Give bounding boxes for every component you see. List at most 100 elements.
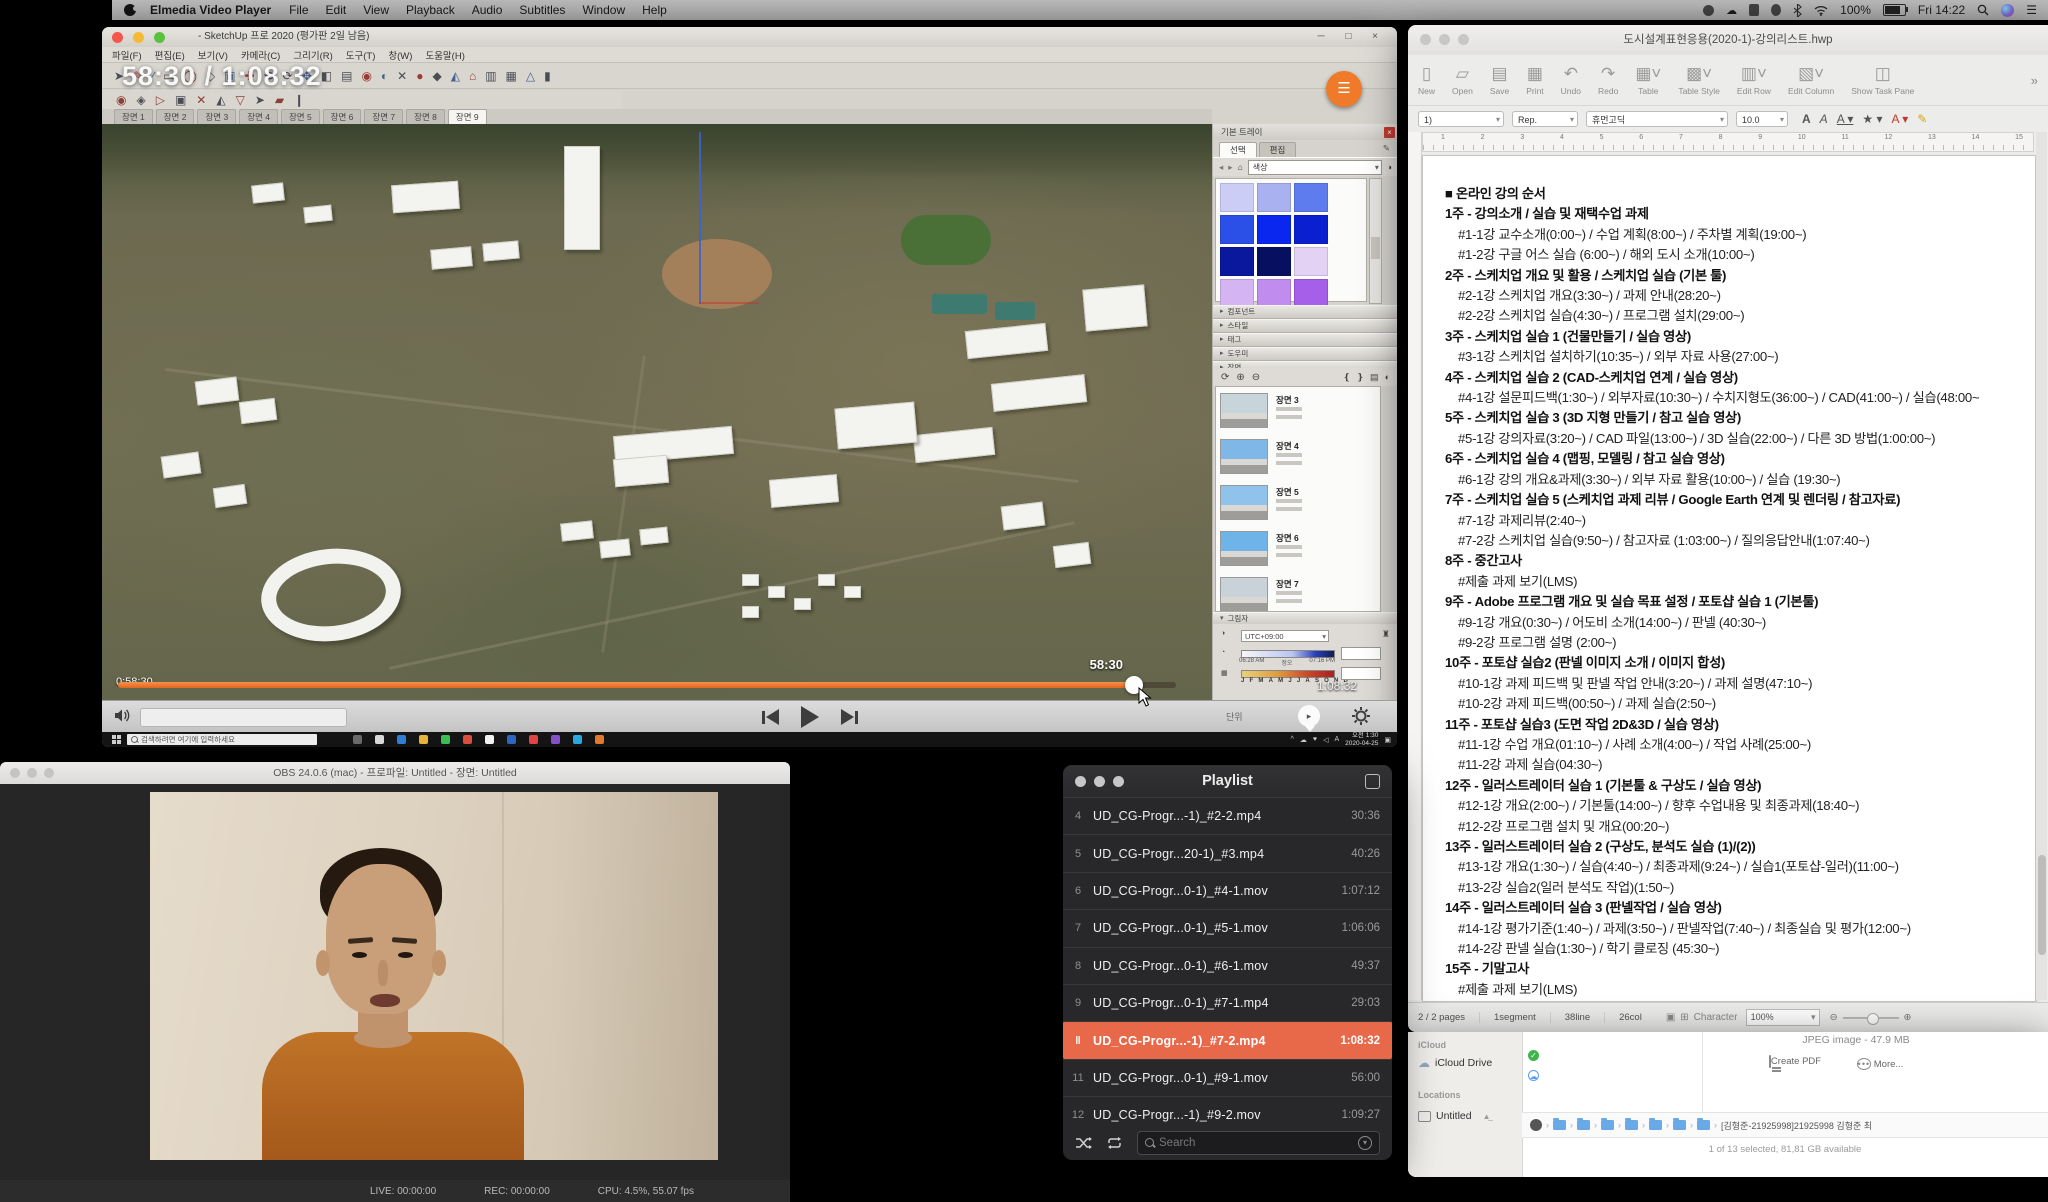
search-options-icon[interactable]: ▾ (1358, 1136, 1372, 1150)
close-traffic-light[interactable] (112, 32, 123, 43)
minimize-traffic-light[interactable] (1094, 776, 1105, 787)
sketchup-tool-icon[interactable]: ⌂ (469, 70, 476, 82)
color-swatch[interactable] (1220, 247, 1254, 276)
color-swatch[interactable] (1220, 279, 1254, 308)
next-button[interactable] (841, 709, 858, 725)
font-size-select[interactable]: 10.0 (1736, 111, 1788, 127)
color-wheel-icon[interactable]: ◑ (1387, 162, 1392, 172)
cloud-status-icon[interactable]: ☁ (1726, 4, 1737, 17)
zoom-in-icon[interactable]: ⊕ (1904, 1012, 1912, 1023)
sketchup-tool-icon[interactable]: ▥ (485, 70, 496, 82)
path-folder-icon[interactable] (1577, 1120, 1590, 1130)
sketchup-window-controls[interactable]: ─ □ × (1317, 27, 1387, 47)
taskbar-app-icon[interactable] (573, 735, 582, 744)
taskbar-app-icon[interactable] (507, 735, 516, 744)
scene-options-icon[interactable]: ❴ (1343, 372, 1351, 383)
sketchup-tool-icon[interactable]: ◉ (361, 70, 371, 82)
pip-icon[interactable]: ▸ (1298, 705, 1320, 727)
tray-section-header[interactable]: ▸도우미 (1213, 347, 1397, 361)
add-scene-icon[interactable]: ⊕ (1236, 372, 1244, 383)
sketchup-tool-icon[interactable]: ▰ (275, 94, 284, 106)
sketchup-tool-icon[interactable]: ✕ (196, 94, 206, 106)
scene-tab[interactable]: 장면 4 (239, 109, 278, 124)
sketchup-menu-item[interactable]: 카메라(C) (241, 48, 280, 62)
taskbar-app-icon[interactable] (595, 735, 604, 744)
tray-section-header[interactable]: ▸컴포넌트 (1213, 305, 1397, 319)
sketchup-tool-icon[interactable]: ◐ (381, 70, 388, 82)
webcam-preview[interactable] (150, 792, 718, 1160)
hwp-toolbar-button[interactable]: ↷ Redo (1598, 64, 1618, 96)
font-select[interactable]: 휴먼고딕 (1586, 111, 1728, 127)
color-swatch[interactable] (1220, 215, 1254, 244)
sketchup-tool-icon[interactable]: ◭ (451, 70, 460, 82)
shuffle-icon[interactable] (1075, 1136, 1092, 1150)
scene-details-icon[interactable]: ◐ (1385, 372, 1390, 383)
tray-cloud-icon[interactable]: ☁ (1300, 736, 1307, 744)
color-swatch[interactable] (1294, 247, 1328, 276)
document-scrollbar[interactable] (2036, 132, 2047, 1000)
taskbar-app-icon[interactable] (397, 735, 406, 744)
font-color-icon[interactable]: A ▾ (1892, 112, 1909, 126)
playlist-row[interactable]: 7 UD_CG-Progr...0-1)_#5-1.mov 1:06:06 (1063, 909, 1392, 946)
sketchup-menu-item[interactable]: 편집(E) (155, 48, 185, 62)
scene-tab[interactable]: 장면 1 (114, 109, 153, 124)
material-tab[interactable]: 선택 (1219, 142, 1257, 157)
sketchup-tool-icon[interactable]: ● (416, 70, 423, 82)
tray-lang-icon[interactable]: A (1334, 736, 1339, 743)
volume-popup[interactable] (140, 708, 347, 727)
zoom-traffic-light[interactable] (154, 32, 165, 43)
volume-icon[interactable] (114, 708, 131, 723)
shadow-info-icon[interactable]: ♜ (1382, 629, 1390, 640)
color-swatch[interactable] (1257, 183, 1291, 212)
color-swatch[interactable] (1257, 247, 1291, 276)
italic-icon[interactable]: A (1820, 112, 1828, 126)
sketchup-tool-icon[interactable]: ◭ (216, 94, 225, 106)
remove-scene-icon[interactable]: ⊖ (1252, 372, 1260, 383)
menubar-clock[interactable]: Fri 14:22 (1918, 3, 1965, 17)
taskbar-app-icon[interactable] (353, 735, 362, 744)
taskbar-app-icon[interactable] (529, 735, 538, 744)
sketchup-tool-icon[interactable]: ◧ (321, 70, 332, 82)
menubar-item[interactable]: Help (642, 3, 667, 17)
scene-tab[interactable]: 장면 6 (323, 109, 362, 124)
playlist-row[interactable]: 6 UD_CG-Progr...0-1)_#4-1.mov 1:07:12 (1063, 872, 1392, 909)
update-scene-icon[interactable]: ⟳ (1221, 372, 1229, 383)
scene-tab[interactable]: 장면 8 (406, 109, 445, 124)
taskbar-app-icon[interactable] (485, 735, 494, 744)
wifi-icon[interactable] (1814, 5, 1828, 16)
scene-list-item[interactable]: 장면 4 (1220, 437, 1380, 483)
sketchup-menu-item[interactable]: 도움말(H) (425, 48, 464, 62)
playlist-row[interactable]: 8 UD_CG-Progr...0-1)_#6-1.mov 49:37 (1063, 947, 1392, 984)
hwp-toolbar-button[interactable]: ▱ Open (1452, 64, 1473, 96)
play-button[interactable] (801, 706, 819, 728)
more-button[interactable]: ••• More... (1850, 1056, 1910, 1072)
insert-mode-icon[interactable]: ▣ (1666, 1012, 1675, 1023)
windows-start-icon[interactable] (112, 735, 121, 744)
hwp-toolbar-button[interactable]: ▥˅ Edit Row (1737, 64, 1771, 96)
tray-chevron-icon[interactable]: ^ (1291, 736, 1294, 743)
minimize-traffic-light[interactable] (27, 768, 37, 778)
highlight-icon[interactable]: ✎ (1917, 112, 1927, 126)
taskbar-clock[interactable]: 오전 1:302020-04-25 (1345, 732, 1378, 746)
taskbar-app-icon[interactable] (463, 735, 472, 744)
color-swatch[interactable] (1257, 279, 1291, 308)
action-center-icon[interactable]: ▣ (1384, 736, 1391, 744)
sketchup-viewport[interactable] (102, 124, 1212, 700)
home-icon[interactable]: ⌂ (1238, 162, 1243, 172)
forward-arrow-icon[interactable]: ▸ (1228, 162, 1232, 173)
color-swatch[interactable] (1220, 183, 1254, 212)
tray-section-header[interactable]: ▸스타일 (1213, 319, 1397, 333)
toolbar-overflow-icon[interactable]: » (2031, 73, 2038, 88)
document-page[interactable]: ■ 온라인 강의 순서1주 - 강의소개 / 실습 및 재택수업 과제#1-1강… (1422, 155, 2036, 1002)
taskbar-app-icon[interactable] (551, 735, 560, 744)
path-folder-icon[interactable] (1553, 1120, 1566, 1130)
sketchup-menu-item[interactable]: 파일(F) (112, 48, 142, 62)
path-folder-icon[interactable] (1697, 1120, 1710, 1130)
playlist-detach-icon[interactable] (1365, 774, 1380, 789)
sidebar-item-untitled[interactable]: Untitled ▲̲ (1418, 1110, 1491, 1122)
scene-tab[interactable]: 장면 3 (197, 109, 236, 124)
sidebar-item-icloud-drive[interactable]: ☁ iCloud Drive (1418, 1056, 1492, 1070)
create-pdf-button[interactable]: Create PDF (1760, 1056, 1830, 1067)
sketchup-tool-icon[interactable]: ▤ (341, 70, 352, 82)
date-slider[interactable] (1241, 670, 1335, 678)
